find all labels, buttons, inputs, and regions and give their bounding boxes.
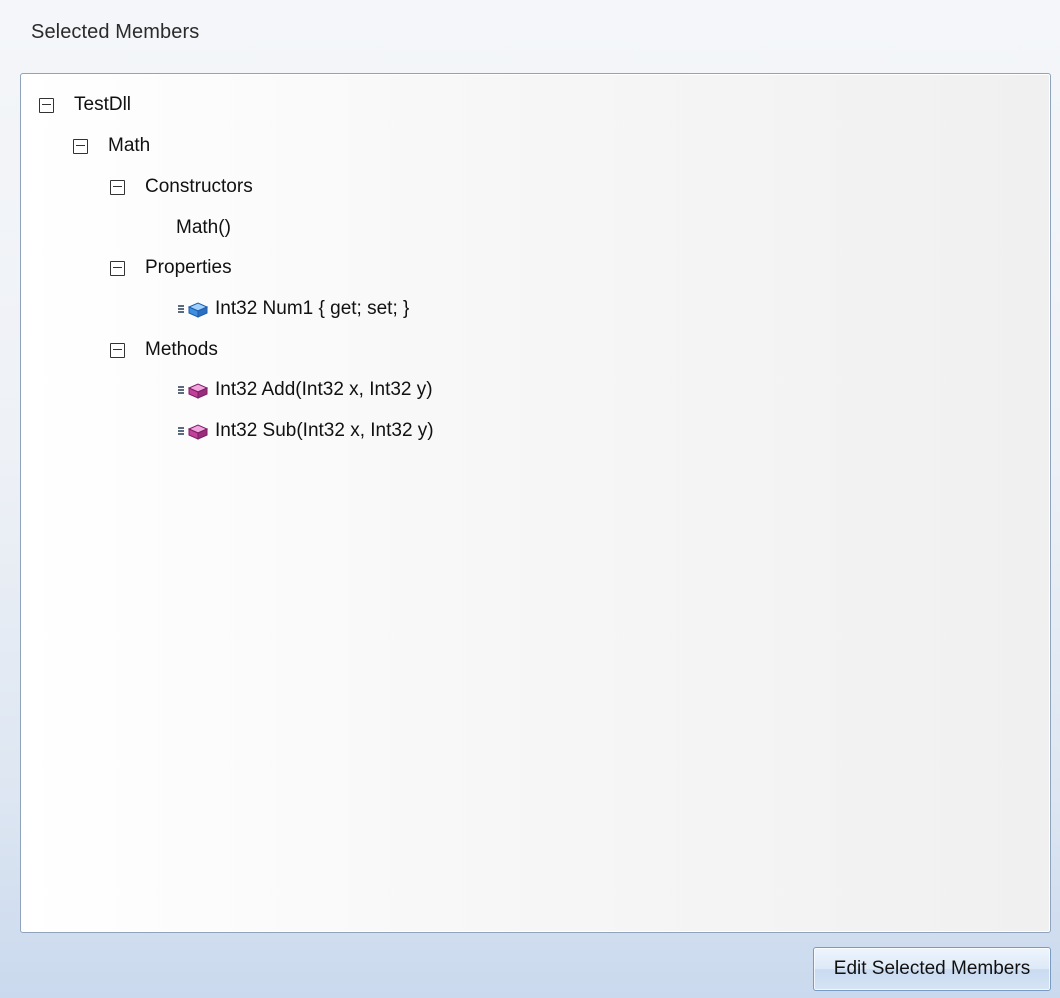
collapse-toggle-icon[interactable] (39, 97, 54, 113)
method-icon (178, 381, 213, 399)
members-tree[interactable]: TestDll Math Constructors Math() Propert… (20, 73, 1051, 933)
collapse-toggle-icon[interactable] (110, 179, 125, 195)
tree-node-label: Properties (145, 257, 232, 278)
collapse-toggle-icon[interactable] (73, 138, 88, 154)
tree-node-constructor-item[interactable]: Math() (176, 213, 231, 243)
tree-node-label: TestDll (74, 94, 132, 115)
tree-node-testdll[interactable]: TestDll (39, 90, 131, 120)
collapse-toggle-icon[interactable] (110, 260, 125, 276)
tree-node-label: Math() (176, 217, 231, 238)
panel-title: Selected Members (31, 21, 200, 43)
tree-node-label: Constructors (145, 176, 253, 197)
property-icon (178, 300, 213, 318)
tree-node-math-class[interactable]: Math (73, 131, 150, 161)
tree-node-method-item[interactable]: Int32 Add(Int32 x, Int32 y) (178, 375, 433, 405)
tree-node-property-item[interactable]: Int32 Num1 { get; set; } (178, 294, 409, 324)
edit-selected-members-button[interactable]: Edit Selected Members (813, 947, 1051, 991)
tree-node-label: Int32 Num1 { get; set; } (215, 298, 410, 319)
collapse-toggle-icon[interactable] (110, 342, 125, 358)
method-icon (178, 422, 213, 440)
tree-node-label: Math (108, 135, 151, 156)
tree-node-constructors[interactable]: Constructors (110, 172, 253, 202)
tree-node-method-item[interactable]: Int32 Sub(Int32 x, Int32 y) (178, 416, 434, 446)
tree-node-label: Int32 Sub(Int32 x, Int32 y) (215, 420, 434, 441)
tree-node-methods[interactable]: Methods (110, 335, 218, 365)
tree-node-label: Methods (145, 339, 218, 360)
tree-node-properties[interactable]: Properties (110, 253, 232, 283)
tree-node-label: Int32 Add(Int32 x, Int32 y) (215, 379, 433, 400)
